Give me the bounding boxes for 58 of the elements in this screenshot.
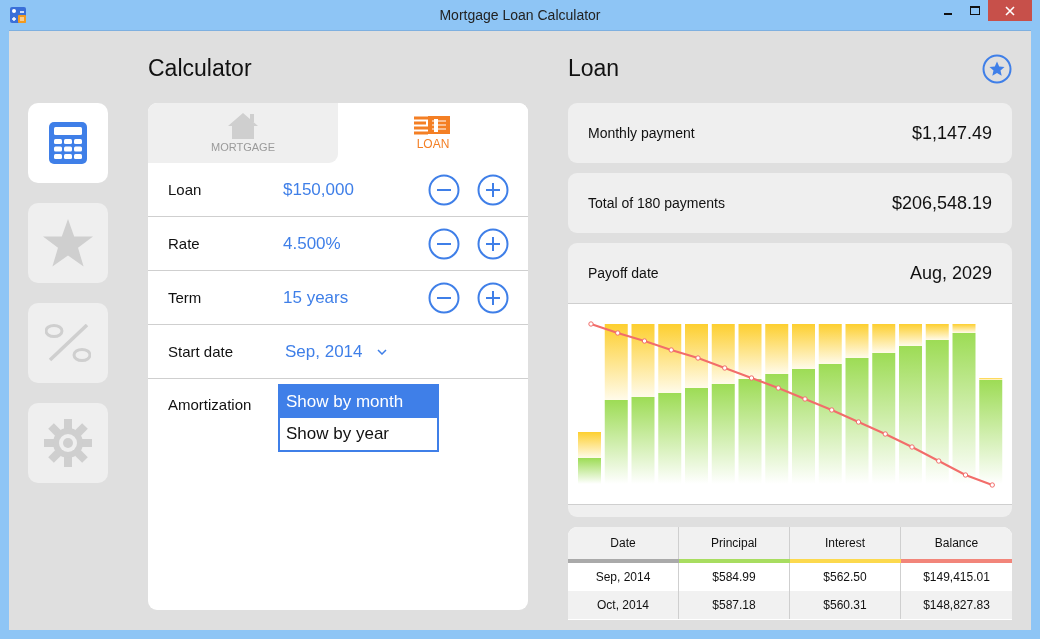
minimize-icon — [943, 13, 952, 15]
close-icon — [1005, 5, 1015, 16]
money-icon — [414, 115, 452, 135]
interest-bar — [765, 324, 789, 374]
panel-heading: Calculator — [148, 54, 252, 83]
table-cell-text: $149,415.01 — [922, 569, 991, 586]
field-label: Rate — [168, 235, 201, 252]
house-icon — [228, 113, 258, 139]
date-dropdown[interactable]: Sep, 2014 — [283, 341, 387, 362]
summary-value: Aug, 2029 — [909, 262, 992, 284]
interest-bar — [711, 324, 735, 384]
interest-bar — [845, 324, 869, 358]
interest-bar — [738, 324, 762, 379]
summary-value: $1,147.49 — [911, 122, 992, 144]
summary-label: Payoff date — [588, 265, 659, 281]
interest-bar — [952, 324, 976, 333]
field-value: 15 years — [283, 287, 350, 308]
dropdown-option[interactable]: Show by month — [280, 386, 437, 418]
interest-bar — [685, 324, 708, 388]
field-label: Loan — [168, 181, 203, 198]
star-icon — [43, 219, 93, 267]
interest-bar — [925, 324, 949, 340]
field-label: Start date — [168, 343, 235, 360]
decrease-button[interactable] — [428, 173, 460, 206]
table-cell: Oct, 2014 — [568, 591, 679, 619]
calculator-icon — [49, 122, 87, 164]
column-header[interactable]: Balance — [901, 527, 1012, 559]
favorite-button[interactable] — [982, 54, 1012, 84]
panel-heading: Loan — [568, 54, 620, 83]
percent-icon — [45, 324, 91, 362]
interest-bar — [658, 324, 682, 393]
sidebar-item[interactable] — [28, 103, 108, 183]
interest-bar — [899, 324, 922, 346]
interest-bar — [872, 324, 896, 353]
chevron-icon — [376, 348, 387, 355]
table-cell: $560.31 — [790, 591, 901, 619]
summary-label: Total of 180 payments — [588, 195, 725, 211]
maximize-icon — [969, 5, 980, 16]
field-value: 4.500% — [283, 233, 342, 254]
field-value: $150,000 — [283, 179, 355, 200]
gear-icon — [44, 419, 92, 467]
increase-button[interactable] — [477, 281, 509, 314]
increase-button[interactable] — [477, 227, 509, 260]
interest-bar — [578, 432, 601, 458]
window-title: Mortgage Loan Calculator — [439, 7, 601, 23]
interest-bar — [792, 324, 815, 369]
principal-bar — [578, 458, 601, 484]
app-icon — [10, 7, 26, 23]
interest-bar — [818, 324, 842, 364]
table-cell: $587.18 — [679, 591, 790, 619]
field-label: Amortization — [168, 395, 253, 413]
table-cell-text: $148,827.83 — [922, 597, 991, 614]
decrease-button[interactable] — [428, 281, 460, 314]
summary-value: $206,548.19 — [891, 192, 992, 214]
increase-button[interactable] — [477, 173, 509, 206]
field-label: Term — [168, 289, 203, 306]
summary-label: Monthly payment — [588, 125, 695, 141]
decrease-button[interactable] — [428, 227, 460, 260]
